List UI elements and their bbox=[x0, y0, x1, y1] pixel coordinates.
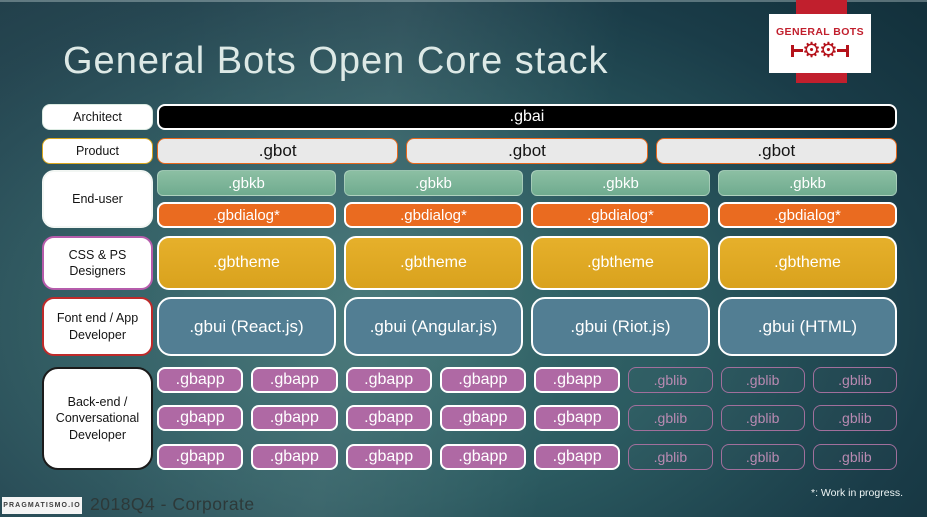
box-gbkb: .gbkb bbox=[344, 170, 523, 196]
label-architect: Architect bbox=[42, 104, 153, 130]
pragmatismo-logo: PRAGMATISMO.IO bbox=[2, 497, 82, 514]
label-end-user: End-user bbox=[42, 170, 153, 228]
box-gbkb: .gbkb bbox=[718, 170, 897, 196]
box-gbot: .gbot bbox=[655, 138, 897, 164]
slide-top-edge bbox=[0, 0, 927, 2]
box-gblib: .gblib bbox=[812, 444, 897, 470]
row-gbui: .gbui (React.js) .gbui (Angular.js) .gbu… bbox=[157, 297, 897, 356]
box-gbapp: .gbapp bbox=[534, 444, 621, 470]
box-gblib: .gblib bbox=[720, 405, 805, 431]
box-gbapp: .gbapp bbox=[534, 367, 621, 393]
box-gbkb: .gbkb bbox=[531, 170, 710, 196]
box-gbui-riot: .gbui (Riot.js) bbox=[531, 297, 710, 356]
box-gbot: .gbot bbox=[406, 138, 648, 164]
box-gbot: .gbot bbox=[157, 138, 399, 164]
box-gbtheme: .gbtheme bbox=[157, 236, 336, 290]
gear-axis-right bbox=[836, 45, 849, 56]
box-gbtheme: .gbtheme bbox=[531, 236, 710, 290]
box-gbapp: .gbapp bbox=[439, 444, 526, 470]
box-gbapp: .gbapp bbox=[439, 405, 526, 431]
row-gbtheme: .gbtheme .gbtheme .gbtheme .gbtheme bbox=[157, 236, 897, 290]
box-gblib: .gblib bbox=[628, 444, 713, 470]
box-gbapp: .gbapp bbox=[439, 367, 526, 393]
gears-icon: ⚙ ⚙ bbox=[791, 40, 849, 61]
box-gblib: .gblib bbox=[812, 367, 897, 393]
box-gbtheme: .gbtheme bbox=[344, 236, 523, 290]
box-gblib: .gblib bbox=[628, 405, 713, 431]
box-gblib: .gblib bbox=[720, 367, 805, 393]
logo-brand-text: GENERAL BOTS bbox=[775, 26, 865, 38]
row-gbai: .gbai bbox=[157, 104, 897, 130]
box-gbui-react: .gbui (React.js) bbox=[157, 297, 336, 356]
gear-axis-left bbox=[791, 45, 804, 56]
page-title: General Bots Open Core stack bbox=[63, 40, 609, 82]
slide-caption: 2018Q4 - Corporate bbox=[90, 494, 255, 514]
box-gbapp: .gbapp bbox=[251, 444, 338, 470]
general-bots-logo: GENERAL BOTS ⚙ ⚙ bbox=[769, 14, 871, 73]
label-css-ps-designers: CSS & PS Designers bbox=[42, 236, 153, 290]
box-gbdialog: .gbdialog* bbox=[718, 202, 897, 228]
row-backend-1: .gbapp .gbapp .gbapp .gbapp .gbapp .gbli… bbox=[157, 367, 897, 393]
box-gbapp: .gbapp bbox=[251, 367, 338, 393]
box-gbui-angular: .gbui (Angular.js) bbox=[344, 297, 523, 356]
box-gbapp: .gbapp bbox=[157, 367, 244, 393]
box-gbapp: .gbapp bbox=[251, 405, 338, 431]
label-product: Product bbox=[42, 138, 153, 164]
box-gbui-html: .gbui (HTML) bbox=[718, 297, 897, 356]
box-gbapp: .gbapp bbox=[345, 367, 432, 393]
box-gbapp: .gbapp bbox=[345, 405, 432, 431]
row-gbot: .gbot .gbot .gbot bbox=[157, 138, 897, 164]
gear-icon: ⚙ bbox=[819, 38, 838, 62]
box-gbdialog: .gbdialog* bbox=[531, 202, 710, 228]
row-backend-2: .gbapp .gbapp .gbapp .gbapp .gbapp .gbli… bbox=[157, 405, 897, 431]
label-frontend-app-developer: Font end / App Developer bbox=[42, 297, 153, 356]
box-gbdialog: .gbdialog* bbox=[344, 202, 523, 228]
box-gbtheme: .gbtheme bbox=[718, 236, 897, 290]
slide: General Bots Open Core stack GENERAL BOT… bbox=[0, 0, 927, 517]
box-gblib: .gblib bbox=[812, 405, 897, 431]
work-in-progress-note: *: Work in progress. bbox=[810, 487, 903, 499]
box-gblib: .gblib bbox=[628, 367, 713, 393]
box-gbapp: .gbapp bbox=[157, 444, 244, 470]
label-backend-conversational-developer: Back-end / Conversational Developer bbox=[42, 367, 153, 470]
box-gbdialog: .gbdialog* bbox=[157, 202, 336, 228]
box-gbai: .gbai bbox=[157, 104, 897, 130]
box-gbapp: .gbapp bbox=[345, 444, 432, 470]
row-backend-3: .gbapp .gbapp .gbapp .gbapp .gbapp .gbli… bbox=[157, 444, 897, 470]
box-gbkb: .gbkb bbox=[157, 170, 336, 196]
row-gbkb: .gbkb .gbkb .gbkb .gbkb bbox=[157, 170, 897, 196]
box-gbapp: .gbapp bbox=[157, 405, 244, 431]
box-gblib: .gblib bbox=[720, 444, 805, 470]
row-gbdialog: .gbdialog* .gbdialog* .gbdialog* .gbdial… bbox=[157, 202, 897, 228]
box-gbapp: .gbapp bbox=[534, 405, 621, 431]
